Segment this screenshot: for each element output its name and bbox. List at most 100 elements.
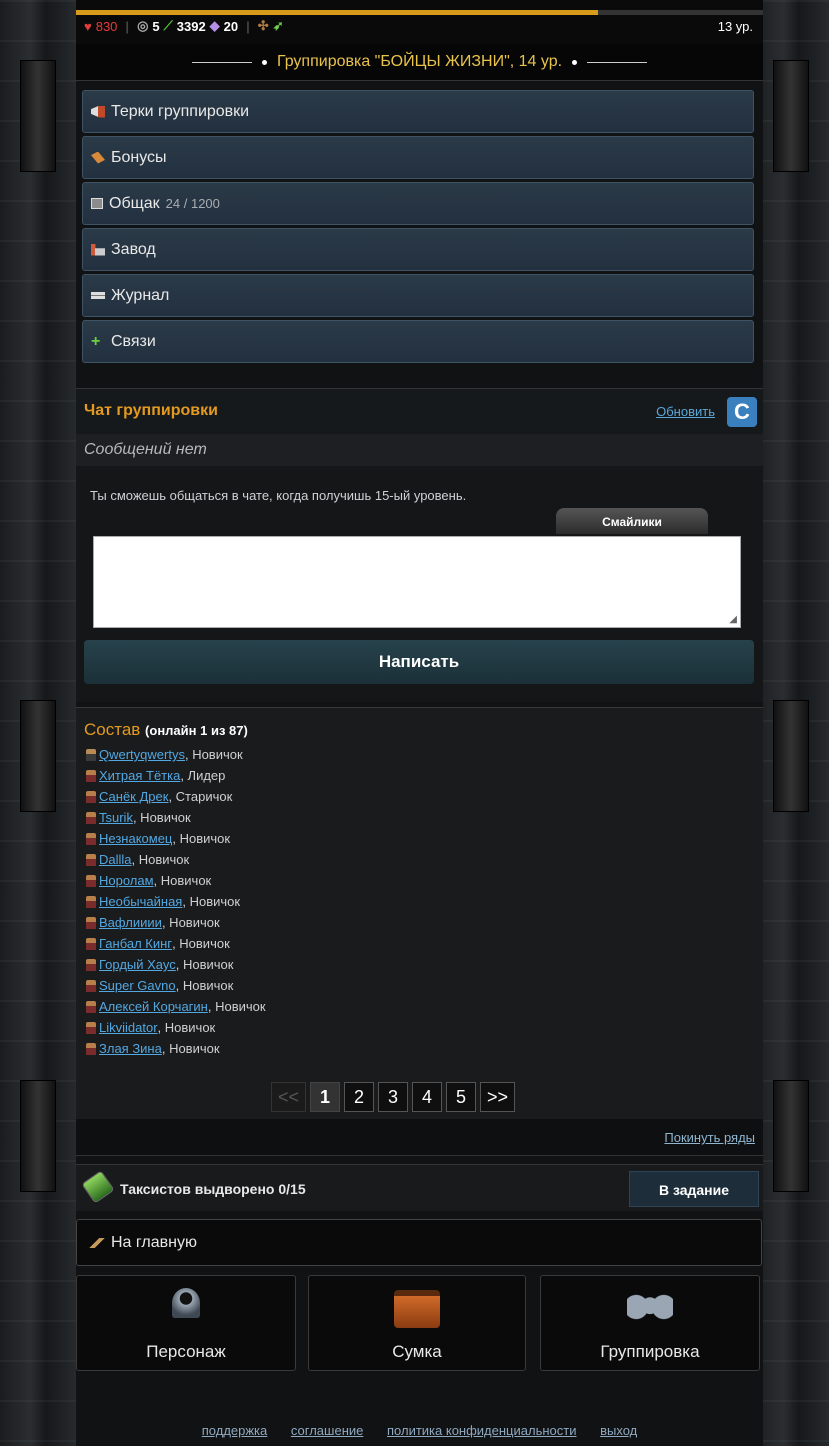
member-rank: , Новичок [132, 810, 191, 825]
member-avatar-icon [86, 832, 96, 845]
member-row: Злая Зина, Новичок [86, 1038, 266, 1059]
leave-gang-link[interactable]: Покинуть ряды [664, 1130, 755, 1145]
page-button[interactable]: 5 [446, 1082, 477, 1112]
refresh-link[interactable]: Обновить [656, 404, 715, 419]
chat-message-input[interactable]: ◢ [93, 536, 741, 628]
logout-link[interactable]: выход [600, 1423, 637, 1438]
left-frame-decoration [0, 0, 76, 1446]
crystals-value: 20 [223, 18, 239, 34]
chat-empty-message: Сообщений нет [76, 434, 763, 466]
weapon-icon[interactable]: ➶ [273, 18, 284, 34]
member-row: Незнакомец, Новичок [86, 828, 266, 849]
member-nick-link[interactable]: Tsurik [99, 807, 133, 828]
member-nick-link[interactable]: Dallla [99, 849, 132, 870]
member-nick-link[interactable]: Необычайная [99, 891, 182, 912]
member-nick-link[interactable]: Алексей Корчагин [99, 996, 208, 1017]
menu-item-talks[interactable]: Терки группировки [82, 90, 754, 133]
page-button[interactable]: 4 [412, 1082, 443, 1112]
menu-item-journal[interactable]: Журнал [82, 274, 754, 317]
member-list: Qwertyqwertys, Новичок Хитрая Тётка, Лиде… [86, 744, 266, 1059]
member-rank: , Старичок [168, 789, 233, 804]
boost-icon[interactable]: ✣ [258, 18, 269, 34]
member-nick-link[interactable]: Норолам [99, 870, 154, 891]
member-nick-link[interactable]: Super Gavno [99, 975, 176, 996]
pagination: << 1 2 3 4 5 >> [271, 1082, 516, 1112]
prev-page-button: << [271, 1082, 307, 1112]
member-rank: , Новичок [172, 936, 230, 951]
member-nick-link[interactable]: Qwertyqwertys [99, 744, 185, 765]
menu-item-common-fund[interactable]: Общак 24 / 1200 [82, 182, 754, 225]
member-nick-link[interactable]: Ганбал Кинг [99, 933, 172, 954]
status-bar: ♥ 830 | ◎ 5 ⟋ 3392 ◆ 20 | ✣ ➶ 13 ур. [76, 0, 763, 44]
member-nick-link[interactable]: Вафлииии [99, 912, 162, 933]
task-bar: Таксистов выдворено 0/15 В задание [76, 1164, 763, 1211]
member-row: Likviidator, Новичок [86, 1017, 266, 1038]
member-nick-link[interactable]: Санёк Дрек [99, 786, 168, 807]
chat-title: Чат группировки [84, 402, 218, 419]
nav-character-button[interactable]: Персонаж [76, 1275, 296, 1371]
fund-count: 24 / 1200 [165, 196, 220, 211]
member-avatar-icon [86, 937, 96, 950]
gang-menu: Терки группировки Бонусы Общак 24 / 1200… [82, 90, 754, 366]
member-avatar-icon [86, 811, 96, 824]
member-rank: , Новичок [161, 1041, 220, 1056]
member-nick-link[interactable]: Хитрая Тётка [99, 765, 180, 786]
nav-group-button[interactable]: Группировка [540, 1275, 760, 1371]
member-nick-link[interactable]: Злая Зина [99, 1038, 162, 1059]
member-row: Qwertyqwertys, Новичок [86, 744, 266, 765]
menu-item-factory[interactable]: Завод [82, 228, 754, 271]
page-button[interactable]: 1 [310, 1082, 341, 1112]
write-button[interactable]: Написать [84, 640, 754, 684]
support-link[interactable]: поддержка [202, 1423, 268, 1438]
resize-grip-icon[interactable]: ◢ [729, 614, 737, 625]
chat-header: Чат группировки Обновить C [76, 388, 763, 435]
smileys-tab[interactable]: Смайлики [556, 508, 708, 534]
agreement-link[interactable]: соглашение [291, 1423, 363, 1438]
home-button[interactable]: На главную [76, 1219, 762, 1266]
member-rank: , Новичок [131, 852, 190, 867]
members-title: Состав [84, 720, 141, 739]
phone-icon [81, 1170, 115, 1204]
safe-icon [91, 198, 103, 209]
xp-progress-fill [76, 10, 599, 15]
page-button[interactable]: 3 [378, 1082, 409, 1112]
member-rank: , Новичок [172, 831, 231, 846]
refresh-icon[interactable]: C [727, 397, 757, 427]
member-nick-link[interactable]: Гордый Хаус [99, 954, 176, 975]
heart-icon: ♥ [84, 18, 92, 34]
page-button[interactable]: 2 [344, 1082, 375, 1112]
next-page-button[interactable]: >> [480, 1082, 516, 1112]
nav-bag-button[interactable]: Сумка [308, 1275, 526, 1371]
member-avatar-icon [86, 853, 96, 866]
gems-value: 5 [152, 18, 160, 34]
player-level: 13 ур. [717, 19, 753, 34]
member-rank: , Новичок [153, 873, 212, 888]
menu-item-connections[interactable]: + Связи [82, 320, 754, 363]
title-ornament-left [191, 61, 252, 63]
member-avatar-icon [86, 916, 96, 929]
menu-item-label: Журнал [111, 286, 170, 304]
members-panel: Состав (онлайн 1 из 87) Qwertyqwertys, Н… [76, 707, 763, 1120]
menu-item-bonuses[interactable]: Бонусы [82, 136, 754, 179]
menu-item-label: Завод [111, 240, 156, 258]
member-nick-link[interactable]: Likviidator [99, 1017, 158, 1038]
member-rank: , Новичок [161, 915, 220, 930]
member-avatar-icon [86, 874, 96, 887]
members-online-count: (онлайн 1 из 87) [145, 723, 248, 738]
menu-item-label: Общак [109, 194, 160, 212]
member-nick-link[interactable]: Незнакомец [99, 828, 172, 849]
member-rank: , Новичок [207, 999, 266, 1014]
right-frame-decoration [753, 0, 829, 1446]
member-avatar-icon [86, 895, 96, 908]
member-row: Необычайная, Новичок [86, 891, 266, 912]
footer-links: поддержка соглашение политика конфиденци… [76, 1423, 763, 1438]
member-row: Хитрая Тётка, Лидер [86, 765, 266, 786]
title-ornament-right [587, 61, 648, 63]
privacy-policy-link[interactable]: политика конфиденциальности [387, 1423, 576, 1438]
chat-level-notice: Ты сможешь общаться в чате, когда получи… [90, 488, 467, 503]
member-avatar-icon [86, 1021, 96, 1034]
go-to-task-button[interactable]: В задание [629, 1171, 759, 1207]
character-icon [172, 1288, 200, 1318]
title-ornament-dot [261, 59, 267, 65]
member-rank: , Новичок [182, 894, 241, 909]
